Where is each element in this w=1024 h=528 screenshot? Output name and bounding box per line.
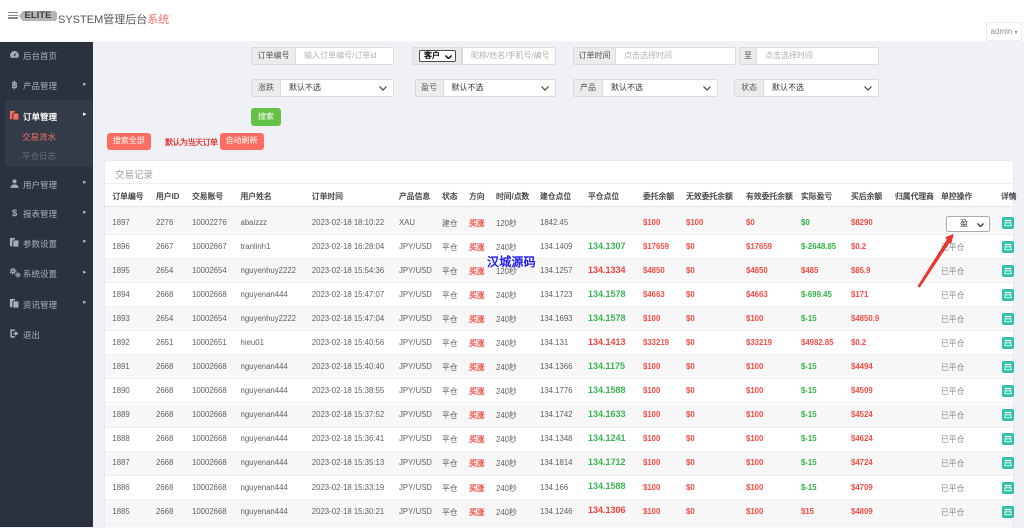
svg-text:฿: ฿ <box>11 80 17 90</box>
svg-text:$: $ <box>12 208 18 218</box>
